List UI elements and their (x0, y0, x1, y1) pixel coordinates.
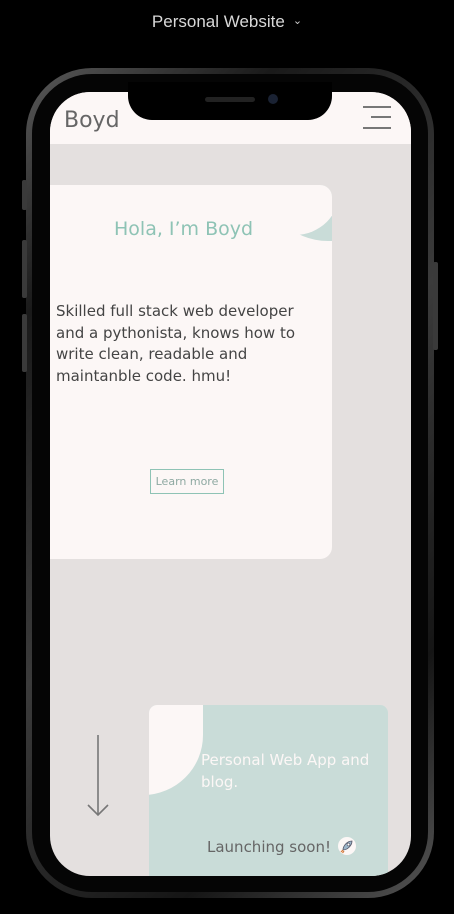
mute-switch (22, 180, 27, 210)
earpiece-speaker (205, 97, 255, 102)
app-title: Personal Website (151, 12, 285, 31)
phone-screen: Boyd Hola, I’m Boyd Skilled full stack w… (50, 92, 411, 876)
decorative-corner (149, 705, 203, 795)
volume-down-button (22, 314, 27, 372)
project-card: Personal Web App and blog. Launching soo… (149, 705, 388, 876)
power-button (433, 262, 438, 350)
site-brand[interactable]: Boyd (64, 108, 120, 133)
volume-up-button (22, 240, 27, 298)
rocket-icon (336, 836, 357, 856)
hero-card: Hola, I’m Boyd Skilled full stack web de… (50, 185, 332, 559)
arrow-down-icon[interactable] (86, 735, 110, 819)
hero-greeting: Hola, I’m Boyd (114, 218, 254, 240)
chevron-down-icon: ⌄ (292, 15, 303, 27)
project-status: Launching soon! (207, 836, 357, 856)
hamburger-menu-icon[interactable] (363, 106, 391, 129)
project-status-text: Launching soon! (207, 838, 331, 856)
device-dropdown[interactable]: Personal Website ⌄ (0, 12, 454, 32)
front-camera (268, 94, 278, 104)
project-title: Personal Web App and blog. (201, 751, 370, 791)
learn-more-button[interactable]: Learn more (150, 469, 224, 494)
hero-bio: Skilled full stack web developer and a p… (56, 302, 296, 385)
